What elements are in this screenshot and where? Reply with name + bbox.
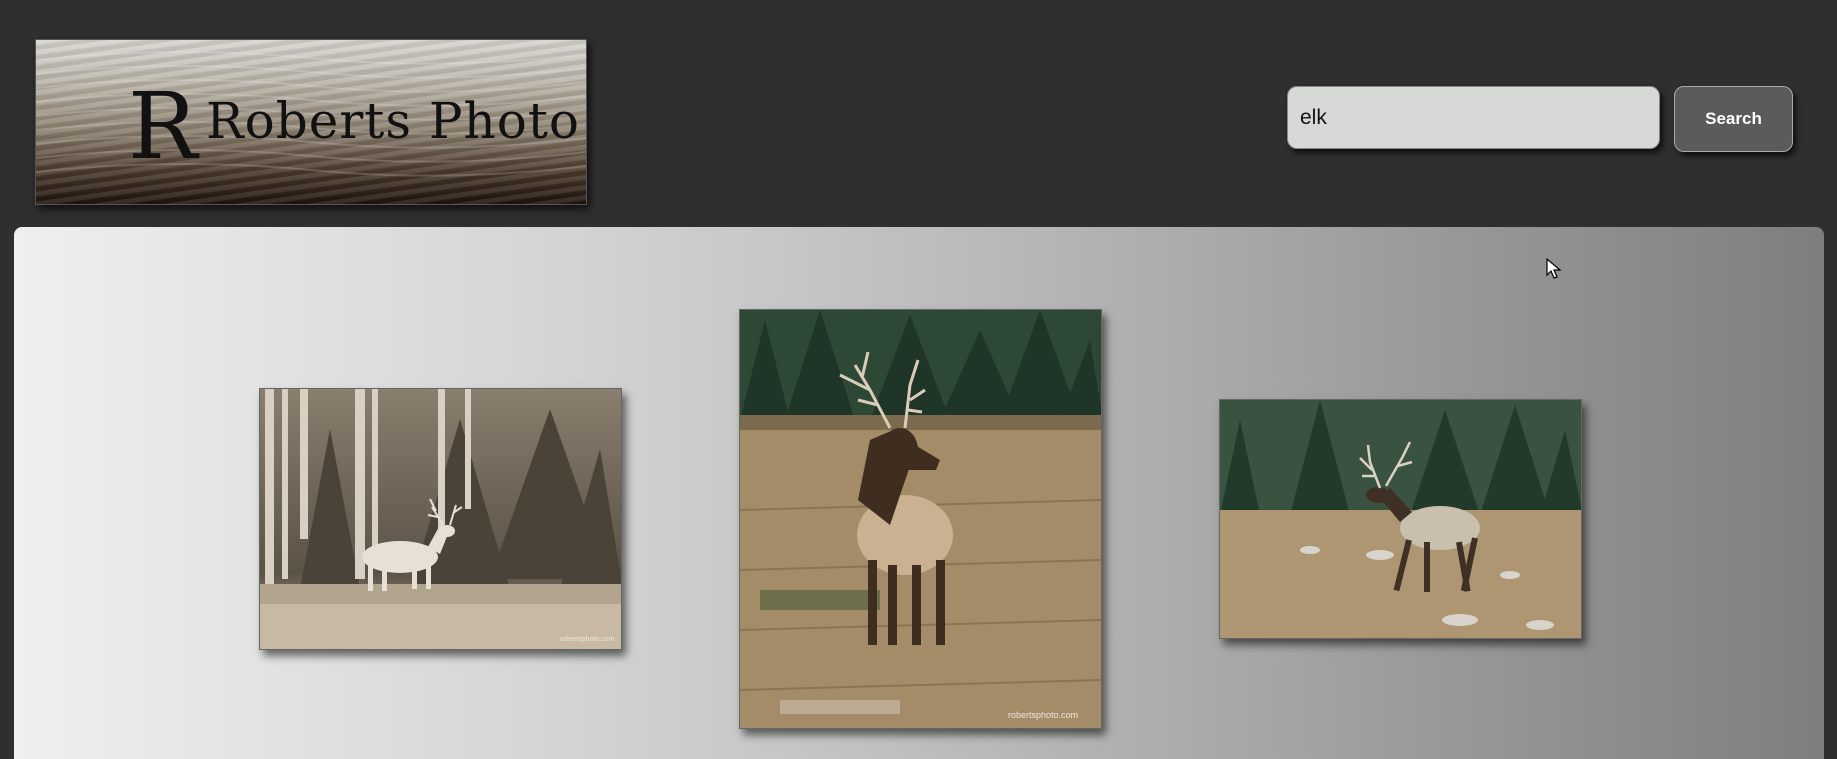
photo-image <box>1220 400 1581 638</box>
svg-text:robertsphoto.com: robertsphoto.com <box>1008 710 1078 720</box>
search-button[interactable]: Search <box>1674 86 1793 152</box>
photo-image: robertsphoto.com <box>260 389 621 649</box>
page: R Roberts Photo Search <box>0 0 1837 759</box>
gallery-photo-bull-elk-meadow[interactable]: robertsphoto.com <box>739 309 1102 729</box>
mouse-cursor-icon <box>1546 258 1562 279</box>
gallery-photo-elk-aspen[interactable]: robertsphoto.com <box>259 388 622 650</box>
logo-initial: R <box>128 73 200 180</box>
search-input[interactable] <box>1287 86 1660 149</box>
photo-image: robertsphoto.com <box>740 310 1101 728</box>
site-logo[interactable]: R Roberts Photo <box>35 39 587 205</box>
logo-text: Roberts Photo <box>206 92 581 150</box>
gallery-photo-bull-elk-walking[interactable] <box>1219 399 1582 639</box>
svg-text:robertsphoto.com: robertsphoto.com <box>560 636 615 643</box>
